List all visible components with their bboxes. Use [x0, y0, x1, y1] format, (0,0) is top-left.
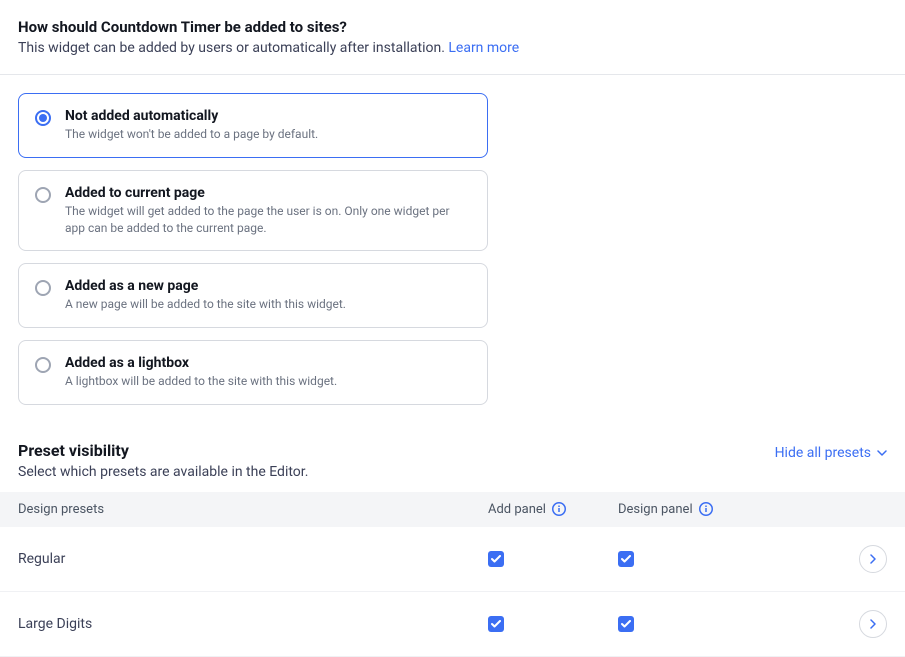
col-design-panel: Design panel: [618, 502, 827, 517]
option-title: Not added automatically: [65, 108, 318, 124]
option-lightbox[interactable]: Added as a lightbox A lightbox will be a…: [18, 340, 488, 405]
add-method-header: How should Countdown Timer be added to s…: [0, 0, 905, 75]
option-desc: The widget will get added to the page th…: [65, 203, 471, 237]
option-title: Added to current page: [65, 185, 471, 201]
row-expand-button[interactable]: [859, 545, 887, 573]
add-method-options: Not added automatically The widget won't…: [0, 75, 905, 423]
add-panel-checkbox[interactable]: [488, 551, 504, 567]
info-icon[interactable]: [552, 502, 566, 516]
preset-header: Preset visibility Select which presets a…: [0, 423, 905, 492]
preset-name: Regular: [18, 551, 488, 567]
preset-title: Preset visibility: [18, 441, 308, 460]
option-title: Added as a new page: [65, 278, 346, 294]
table-row: Regular: [0, 527, 905, 592]
option-title: Added as a lightbox: [65, 355, 337, 371]
col-add-panel: Add panel: [488, 502, 618, 517]
preset-name: Large Digits: [18, 616, 488, 632]
radio-icon: [35, 280, 51, 296]
chevron-down-icon: [877, 450, 887, 456]
info-icon[interactable]: [699, 502, 713, 516]
option-desc: A lightbox will be added to the site wit…: [65, 373, 337, 390]
design-panel-checkbox[interactable]: [618, 551, 634, 567]
preset-subtitle: Select which presets are available in th…: [18, 464, 308, 480]
option-current-page[interactable]: Added to current page The widget will ge…: [18, 170, 488, 252]
hide-all-presets-link[interactable]: Hide all presets: [775, 445, 887, 461]
section-subtitle: This widget can be added by users or aut…: [18, 40, 887, 56]
preset-table-header: Design presets Add panel Design panel: [0, 492, 905, 527]
option-desc: A new page will be added to the site wit…: [65, 296, 346, 313]
option-desc: The widget won't be added to a page by d…: [65, 126, 318, 143]
radio-icon: [35, 187, 51, 203]
add-panel-checkbox[interactable]: [488, 616, 504, 632]
section-title: How should Countdown Timer be added to s…: [18, 18, 887, 36]
option-not-added[interactable]: Not added automatically The widget won't…: [18, 93, 488, 158]
option-new-page[interactable]: Added as a new page A new page will be a…: [18, 263, 488, 328]
col-design-presets: Design presets: [18, 502, 488, 517]
table-row: Large Digits: [0, 592, 905, 657]
row-expand-button[interactable]: [859, 610, 887, 638]
design-panel-checkbox[interactable]: [618, 616, 634, 632]
radio-icon: [35, 110, 51, 126]
learn-more-link[interactable]: Learn more: [448, 40, 519, 56]
radio-icon: [35, 357, 51, 373]
